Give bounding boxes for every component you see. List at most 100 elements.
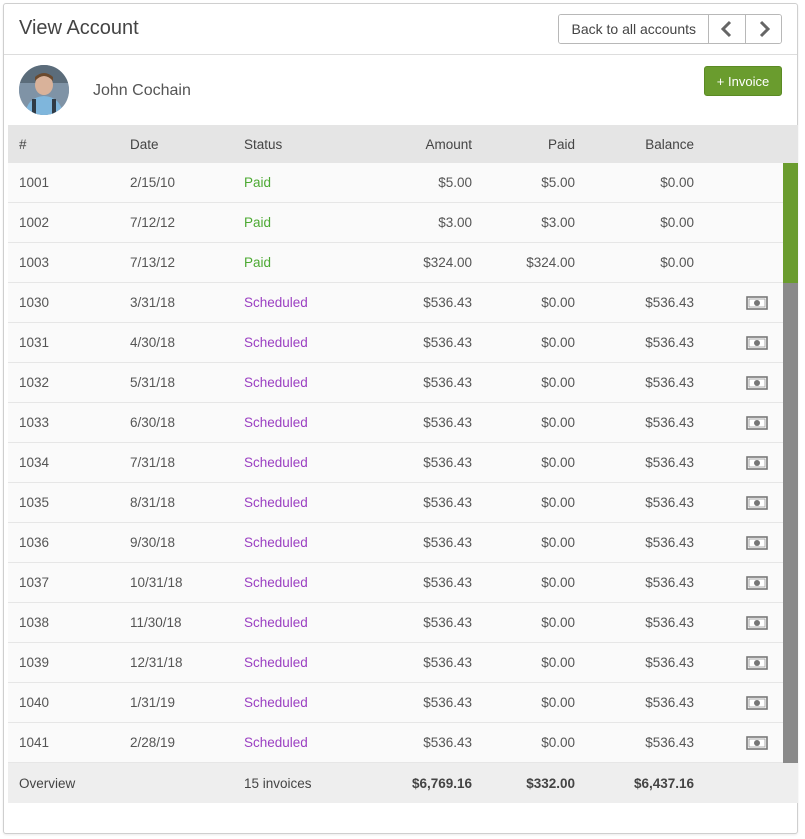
paid-status-bar	[783, 203, 798, 243]
scheduled-status-bar	[783, 483, 798, 523]
table-row[interactable]: 1041 2/28/19 Scheduled $536.43 $0.00 $53…	[8, 723, 798, 763]
paid-status-bar	[783, 243, 798, 283]
scheduled-status-bar	[783, 683, 798, 723]
table-row[interactable]: 1001 2/15/10 Paid $5.00 $5.00 $0.00	[8, 163, 798, 203]
status-badge: Scheduled	[244, 695, 308, 710]
scheduled-status-bar	[783, 603, 798, 643]
invoice-number: 1003	[19, 255, 50, 270]
money-bill-icon	[746, 335, 768, 350]
column-header-date[interactable]: Date	[130, 125, 159, 163]
next-account-button[interactable]	[745, 15, 781, 43]
scheduled-status-bar	[783, 643, 798, 683]
table-row[interactable]: 1030 3/31/18 Scheduled $536.43 $0.00 $53…	[8, 283, 798, 323]
invoice-date: 10/31/18	[130, 575, 183, 590]
scheduled-status-bar	[783, 363, 798, 403]
invoice-paid: $0.00	[541, 615, 575, 630]
invoice-paid: $0.00	[541, 495, 575, 510]
overview-label: Overview	[19, 775, 76, 791]
pay-invoice-button[interactable]	[745, 483, 769, 522]
invoice-date: 4/30/18	[130, 335, 176, 350]
chevron-right-icon	[759, 20, 770, 38]
invoice-rows: 1001 2/15/10 Paid $5.00 $5.00 $0.00 1002…	[8, 163, 798, 763]
invoice-number: 1033	[19, 415, 50, 430]
pay-invoice-button[interactable]	[745, 723, 769, 762]
account-name: John Cochain	[93, 82, 191, 99]
pay-invoice-button[interactable]	[745, 323, 769, 362]
status-badge: Paid	[244, 255, 272, 270]
invoice-amount: $536.43	[423, 615, 472, 630]
pay-invoice-button[interactable]	[745, 283, 769, 322]
table-row[interactable]: 1003 7/13/12 Paid $324.00 $324.00 $0.00	[8, 243, 798, 283]
invoice-number: 1039	[19, 655, 50, 670]
invoice-balance: $536.43	[645, 655, 694, 670]
column-header-amount[interactable]: Amount	[425, 125, 472, 163]
invoice-date: 5/31/18	[130, 375, 176, 390]
money-bill-icon	[746, 615, 768, 630]
invoice-number: 1034	[19, 455, 50, 470]
table-row[interactable]: 1032 5/31/18 Scheduled $536.43 $0.00 $53…	[8, 363, 798, 403]
table-row[interactable]: 1037 10/31/18 Scheduled $536.43 $0.00 $5…	[8, 563, 798, 603]
pay-invoice-button[interactable]	[745, 683, 769, 722]
table-row[interactable]: 1002 7/12/12 Paid $3.00 $3.00 $0.00	[8, 203, 798, 243]
pay-invoice-button[interactable]	[745, 523, 769, 562]
account-summary: John Cochain + Invoice	[4, 55, 797, 125]
invoice-paid: $3.00	[541, 215, 575, 230]
status-badge: Paid	[244, 175, 272, 190]
invoice-balance: $536.43	[645, 735, 694, 750]
invoice-balance: $536.43	[645, 615, 694, 630]
overview-amount: $6,769.16	[411, 775, 472, 791]
money-bill-icon	[746, 655, 768, 670]
scheduled-status-bar	[783, 523, 798, 563]
money-bill-icon	[746, 535, 768, 550]
pay-invoice-button[interactable]	[745, 563, 769, 602]
table-row[interactable]: 1036 9/30/18 Scheduled $536.43 $0.00 $53…	[8, 523, 798, 563]
back-to-all-accounts-button[interactable]: Back to all accounts	[559, 15, 709, 43]
status-badge: Scheduled	[244, 335, 308, 350]
status-badge: Scheduled	[244, 295, 308, 310]
scheduled-status-bar	[783, 723, 798, 763]
table-row[interactable]: 1033 6/30/18 Scheduled $536.43 $0.00 $53…	[8, 403, 798, 443]
column-header-balance[interactable]: Balance	[645, 125, 694, 163]
invoice-table: # Date Status Amount Paid Balance 1001 2…	[8, 125, 798, 803]
pay-invoice-button[interactable]	[745, 603, 769, 642]
money-bill-icon	[746, 735, 768, 750]
status-badge: Scheduled	[244, 495, 308, 510]
money-bill-icon	[746, 495, 768, 510]
table-row[interactable]: 1038 11/30/18 Scheduled $536.43 $0.00 $5…	[8, 603, 798, 643]
prev-account-button[interactable]	[709, 15, 745, 43]
column-header-paid[interactable]: Paid	[548, 125, 575, 163]
table-row[interactable]: 1035 8/31/18 Scheduled $536.43 $0.00 $53…	[8, 483, 798, 523]
overview-row: Overview 15 invoices $6,769.16 $332.00 $…	[8, 763, 798, 803]
invoice-balance: $536.43	[645, 695, 694, 710]
add-invoice-button[interactable]: + Invoice	[704, 66, 782, 96]
table-row[interactable]: 1039 12/31/18 Scheduled $536.43 $0.00 $5…	[8, 643, 798, 683]
invoice-paid: $0.00	[541, 455, 575, 470]
invoice-amount: $536.43	[423, 735, 472, 750]
pay-invoice-button[interactable]	[745, 403, 769, 442]
column-header-status[interactable]: Status	[244, 125, 282, 163]
invoice-amount: $536.43	[423, 655, 472, 670]
invoice-number: 1031	[19, 335, 50, 350]
pay-invoice-button[interactable]	[745, 443, 769, 482]
overview-balance: $6,437.16	[633, 775, 694, 791]
page-title: View Account	[19, 17, 139, 39]
invoice-paid: $0.00	[541, 695, 575, 710]
invoice-amount: $536.43	[423, 295, 472, 310]
view-account-panel: View Account Back to all accounts John C	[3, 3, 798, 834]
money-bill-icon	[746, 295, 768, 310]
money-bill-icon	[746, 695, 768, 710]
status-badge: Scheduled	[244, 575, 308, 590]
column-header-number[interactable]: #	[19, 125, 27, 163]
table-row[interactable]: 1031 4/30/18 Scheduled $536.43 $0.00 $53…	[8, 323, 798, 363]
invoice-date: 12/31/18	[130, 655, 183, 670]
invoice-date: 7/13/12	[130, 255, 176, 270]
pay-invoice-button[interactable]	[745, 363, 769, 402]
status-badge: Scheduled	[244, 615, 308, 630]
pay-invoice-button[interactable]	[745, 643, 769, 682]
table-header-row: # Date Status Amount Paid Balance	[8, 125, 798, 163]
invoice-date: 2/15/10	[130, 175, 176, 190]
table-row[interactable]: 1034 7/31/18 Scheduled $536.43 $0.00 $53…	[8, 443, 798, 483]
overview-paid: $332.00	[526, 775, 575, 791]
table-row[interactable]: 1040 1/31/19 Scheduled $536.43 $0.00 $53…	[8, 683, 798, 723]
invoice-amount: $536.43	[423, 455, 472, 470]
